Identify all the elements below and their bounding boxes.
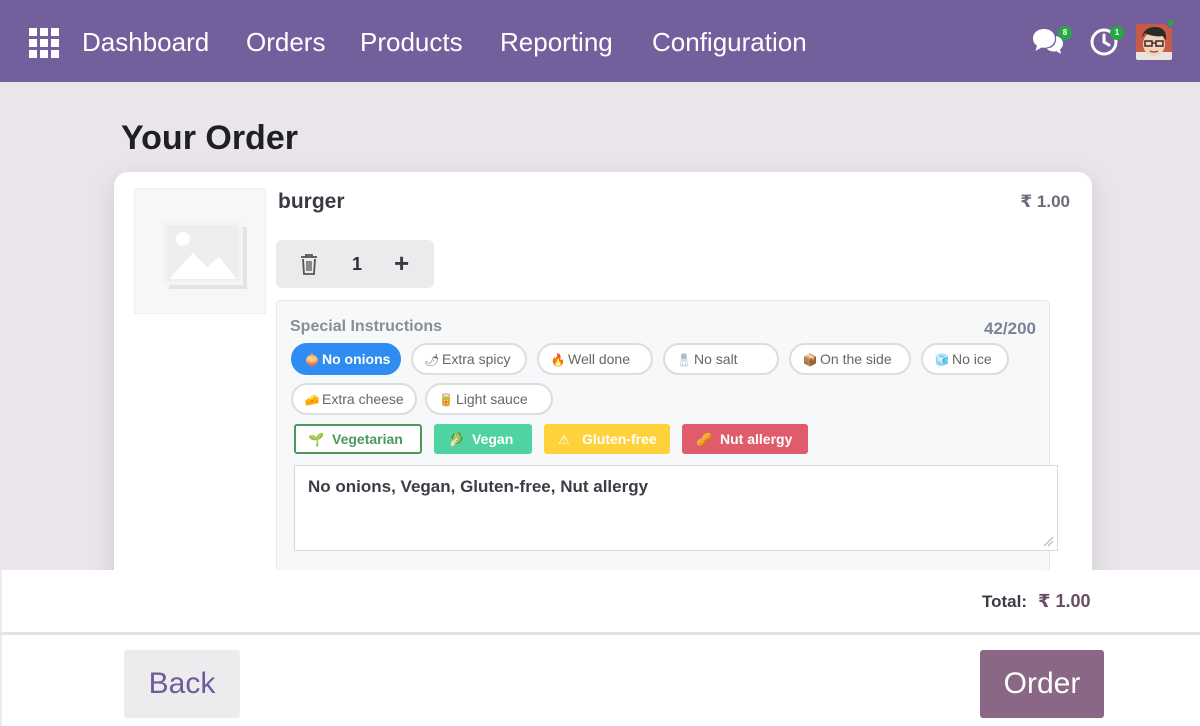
- sprout-icon: 🌱: [308, 432, 325, 447]
- page-title: Your Order: [121, 119, 298, 157]
- product-image-placeholder: [134, 188, 266, 314]
- increase-quantity-button[interactable]: +: [394, 248, 409, 278]
- cheese-icon: 🧀: [304, 393, 320, 407]
- nav-orders[interactable]: Orders: [246, 26, 325, 58]
- character-count: 42/200: [984, 319, 1036, 338]
- top-navbar: Dashboard Orders Products Reporting Conf…: [0, 0, 1200, 82]
- tag-vegetarian[interactable]: 🌱 Vegetarian: [294, 424, 422, 454]
- nav-reporting[interactable]: Reporting: [500, 26, 613, 58]
- tag-vegan[interactable]: 🥬 Vegan: [434, 424, 532, 454]
- chat-badge: 8: [1058, 26, 1072, 40]
- total-value: ₹ 1.00: [1038, 591, 1091, 611]
- peanut-icon: 🥜: [696, 432, 713, 447]
- quantity-stepper: 1 +: [276, 240, 434, 288]
- back-button[interactable]: Back: [124, 650, 240, 718]
- nav-products[interactable]: Products: [360, 26, 463, 58]
- chip-extra-cheese[interactable]: 🧀 Extra cheese: [291, 383, 417, 415]
- online-status-dot: [1166, 18, 1176, 28]
- notes-text: No onions, Vegan, Gluten-free, Nut aller…: [308, 477, 649, 496]
- nav-configuration[interactable]: Configuration: [652, 26, 807, 58]
- resize-handle-icon[interactable]: [1040, 533, 1054, 547]
- fire-icon: 🔥: [550, 353, 566, 367]
- sauce-bottle-icon: 🥫: [438, 393, 454, 407]
- chip-extra-spicy[interactable]: 🌶 Extra spicy: [411, 343, 527, 375]
- nav-dashboard[interactable]: Dashboard: [82, 26, 209, 58]
- onion-icon: 🧅: [304, 353, 320, 367]
- special-instructions-textarea[interactable]: No onions, Vegan, Gluten-free, Nut aller…: [294, 465, 1058, 551]
- leaf-icon: 🥬: [448, 432, 465, 447]
- salt-shaker-icon: 🧂: [676, 353, 692, 367]
- chili-icon: 🌶: [424, 353, 440, 367]
- activity-badge: 1: [1110, 26, 1124, 40]
- order-card: burger ₹ 1.00 1 + Special Instructions 4…: [114, 172, 1092, 612]
- quantity-value: 1: [352, 254, 363, 274]
- chip-light-sauce[interactable]: 🥫 Light sauce: [425, 383, 553, 415]
- chip-well-done[interactable]: 🔥 Well done: [537, 343, 653, 375]
- item-name: burger: [278, 190, 345, 213]
- total-bar: Total: ₹ 1.00: [0, 570, 1200, 632]
- ice-cube-icon: 🧊: [934, 353, 950, 367]
- box-icon: 📦: [802, 353, 818, 367]
- tag-nut-allergy[interactable]: 🥜 Nut allergy: [682, 424, 808, 454]
- order-button[interactable]: Order: [980, 650, 1104, 718]
- app-grid-icon[interactable]: [29, 28, 59, 58]
- warning-icon: ⚠: [558, 432, 570, 447]
- chip-on-the-side[interactable]: 📦 On the side: [789, 343, 911, 375]
- item-price: ₹ 1.00: [1020, 192, 1070, 211]
- action-bar: Back Order: [0, 635, 1200, 726]
- special-instructions-label: Special Instructions: [290, 318, 443, 335]
- user-avatar[interactable]: [1136, 24, 1172, 60]
- tag-gluten-free[interactable]: ⚠ Gluten-free: [544, 424, 670, 454]
- trash-icon[interactable]: [298, 252, 320, 276]
- chip-no-salt[interactable]: 🧂 No salt: [663, 343, 779, 375]
- chip-no-ice[interactable]: 🧊 No ice: [921, 343, 1009, 375]
- special-instructions-panel: Special Instructions 42/200 🧅 No onions 🌶…: [276, 300, 1058, 571]
- chip-no-onions[interactable]: 🧅 No onions: [291, 343, 401, 375]
- total-label: Total:: [982, 592, 1028, 611]
